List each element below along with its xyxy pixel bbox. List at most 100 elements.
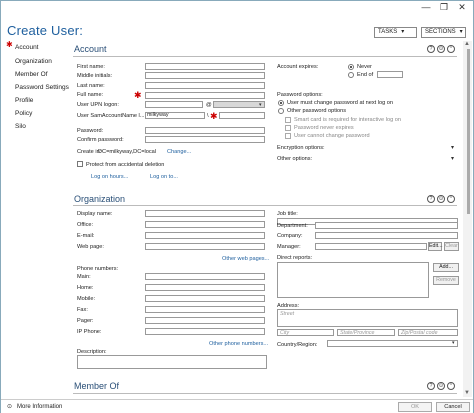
- mobile-phone-field[interactable]: [145, 295, 265, 302]
- description-field[interactable]: [77, 355, 267, 369]
- clear-manager-button[interactable]: Clear: [444, 242, 459, 251]
- middle-initials-field[interactable]: [145, 72, 265, 79]
- organization-section-controls: ? ⊙ ⌃: [425, 195, 455, 203]
- chevron-up-icon[interactable]: ⌃: [447, 382, 455, 390]
- password-never-expires-checkbox[interactable]: [285, 125, 291, 131]
- company-field[interactable]: [315, 232, 458, 239]
- full-name-field[interactable]: [145, 92, 265, 99]
- ip-phone-field[interactable]: [145, 328, 265, 335]
- scroll-up-icon[interactable]: ▲: [464, 41, 470, 47]
- web-page-field[interactable]: [145, 243, 265, 250]
- display-name-field[interactable]: [145, 210, 265, 217]
- chevron-up-icon[interactable]: ⌃: [447, 45, 455, 53]
- sidebar-item-organization[interactable]: Organization: [15, 58, 52, 65]
- home-phone-label: Home:: [77, 285, 94, 291]
- tasks-label: TASKS: [378, 29, 398, 35]
- section-title-member-of: Member Of: [74, 381, 120, 391]
- chevron-up-icon[interactable]: ⌃: [447, 195, 455, 203]
- expires-never-radio[interactable]: [348, 64, 354, 70]
- sidebar-item-profile[interactable]: Profile: [15, 97, 33, 104]
- expand-other-options-icon[interactable]: ▾: [451, 155, 454, 162]
- main-phone-field[interactable]: [145, 273, 265, 280]
- chevron-down-icon: ▾: [401, 29, 405, 35]
- country-dropdown[interactable]: [327, 340, 458, 347]
- country-label: Country/Region:: [277, 342, 318, 348]
- pager-field[interactable]: [145, 317, 265, 324]
- cancel-button[interactable]: Cancel: [436, 402, 470, 412]
- close-icon[interactable]: ✕: [455, 2, 469, 13]
- log-on-hours-link[interactable]: Log on hours...: [91, 174, 128, 180]
- first-name-field[interactable]: [145, 63, 265, 70]
- title-bar: — ❐ ✕: [1, 1, 473, 15]
- edit-manager-button[interactable]: Edit...: [428, 242, 443, 251]
- scroll-down-icon[interactable]: ▼: [464, 390, 470, 396]
- smart-card-checkbox[interactable]: [285, 117, 291, 123]
- scrollbar-thumb[interactable]: [467, 49, 470, 214]
- help-icon[interactable]: ?: [427, 195, 435, 203]
- sam-account-label: User SamAccountName l...: [77, 113, 145, 119]
- manager-field[interactable]: [315, 243, 427, 250]
- upn-suffix-dropdown[interactable]: [213, 101, 265, 108]
- company-label: Company:: [277, 233, 303, 239]
- expires-end-of-label: End of: [357, 72, 374, 78]
- last-name-field[interactable]: [145, 82, 265, 89]
- required-icon: ✱: [134, 90, 142, 100]
- expires-date-field[interactable]: [377, 71, 403, 78]
- email-field[interactable]: [145, 232, 265, 239]
- cannot-change-password-checkbox[interactable]: [285, 133, 291, 139]
- middle-initials-label: Middle initials:: [77, 73, 113, 79]
- tasks-button[interactable]: TASKS ▾: [374, 27, 417, 38]
- other-phone-numbers-link[interactable]: Other phone numbers...: [209, 341, 268, 347]
- confirm-password-field[interactable]: [145, 136, 265, 143]
- collapse-icon[interactable]: ⊙: [437, 382, 445, 390]
- other-options-label[interactable]: Other options:: [277, 156, 312, 162]
- home-phone-field[interactable]: [145, 284, 265, 291]
- more-information-label[interactable]: More Information: [17, 404, 62, 410]
- fax-field[interactable]: [145, 306, 265, 313]
- other-password-options-radio[interactable]: [278, 108, 284, 114]
- protect-deletion-checkbox[interactable]: [77, 161, 83, 167]
- sam-domain-field: milkyway: [145, 112, 205, 119]
- street-field[interactable]: [277, 309, 458, 327]
- other-web-pages-link[interactable]: Other web pages...: [222, 256, 269, 262]
- direct-reports-list[interactable]: [277, 262, 429, 298]
- sam-account-field[interactable]: [219, 112, 265, 119]
- ok-button[interactable]: OK: [398, 402, 432, 412]
- street-placeholder: Street: [280, 311, 295, 317]
- upn-logon-field[interactable]: [145, 101, 203, 108]
- manager-label: Manager:: [277, 244, 301, 250]
- help-icon[interactable]: ?: [427, 45, 435, 53]
- last-name-label: Last name:: [77, 83, 105, 89]
- department-label: Department:: [277, 223, 308, 229]
- fax-label: Fax:: [77, 307, 88, 313]
- sidebar-item-silo[interactable]: Silo: [15, 123, 26, 130]
- add-direct-report-button[interactable]: Add...: [433, 263, 459, 272]
- department-field[interactable]: [315, 222, 458, 229]
- collapse-icon[interactable]: ⊙: [437, 45, 445, 53]
- email-label: E-mail:: [77, 233, 95, 239]
- log-on-to-link[interactable]: Log on to...: [150, 174, 178, 180]
- maximize-icon[interactable]: ❐: [437, 2, 451, 13]
- sidebar-item-member-of[interactable]: Member Of: [15, 71, 48, 78]
- encryption-options-label[interactable]: Encryption options:: [277, 145, 325, 151]
- expand-encryption-icon[interactable]: ▾: [451, 144, 454, 151]
- footer: ⊙ More Information OK Cancel: [1, 399, 473, 413]
- sidebar-item-password-settings[interactable]: Password Settings: [15, 84, 69, 91]
- change-container-link[interactable]: Change...: [167, 149, 191, 155]
- main-content: Account ? ⊙ ⌃ First name: Middle initials:…: [71, 41, 463, 397]
- minimize-icon[interactable]: —: [419, 2, 433, 13]
- password-label: Password:: [77, 128, 104, 134]
- pager-label: Pager:: [77, 318, 94, 324]
- help-icon[interactable]: ?: [427, 382, 435, 390]
- sections-button[interactable]: SECTIONS ▾: [421, 27, 466, 38]
- password-field[interactable]: [145, 127, 265, 134]
- sidebar-item-policy[interactable]: Policy: [15, 110, 32, 117]
- sidebar-item-account[interactable]: Account: [15, 44, 39, 51]
- remove-direct-report-button[interactable]: Remove: [433, 276, 459, 285]
- more-info-toggle-icon[interactable]: ⊙: [7, 403, 12, 410]
- expires-end-of-radio[interactable]: [348, 72, 354, 78]
- must-change-password-radio[interactable]: [278, 100, 284, 106]
- collapse-icon[interactable]: ⊙: [437, 195, 445, 203]
- office-field[interactable]: [145, 221, 265, 228]
- sam-separator: \: [207, 113, 209, 119]
